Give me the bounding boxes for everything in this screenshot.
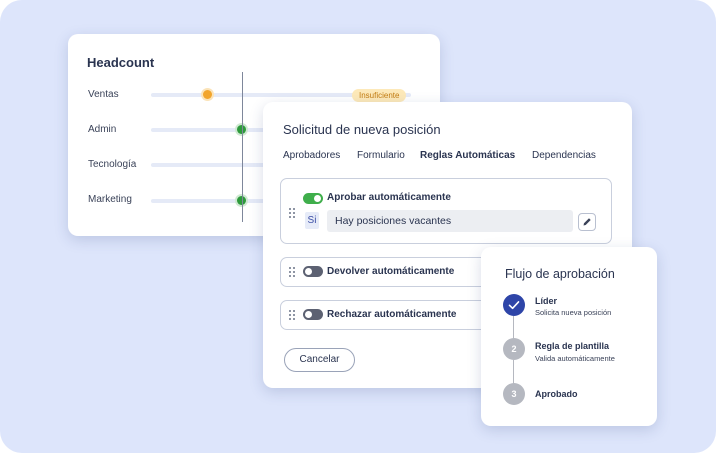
headcount-row-label: Ventas (88, 89, 119, 100)
checkmark-icon (508, 301, 520, 310)
headcount-status-dot (203, 90, 212, 99)
step-number: 2 (503, 338, 525, 360)
headcount-row-label: Admin (88, 124, 117, 135)
toggle-knob (314, 195, 321, 202)
solicitud-title: Solicitud de nueva posición (283, 122, 441, 137)
toggle-devolver[interactable] (303, 266, 323, 277)
tab-dependencias[interactable]: Dependencias (532, 150, 596, 161)
cancel-button[interactable]: Cancelar (284, 348, 355, 372)
drag-handle-icon[interactable] (289, 208, 295, 218)
edit-condition-button[interactable] (578, 213, 596, 231)
drag-handle-icon[interactable] (289, 267, 295, 277)
step-subtitle: Solicita nueva posición (535, 308, 612, 317)
illustration-stage: Headcount Ventas Insuficiente Admin Tecn… (0, 0, 716, 453)
step-subtitle: Valida automáticamente (535, 354, 615, 363)
status-badge: Insuficiente (352, 89, 407, 102)
step-complete-circle (503, 294, 525, 316)
rule-label: Rechazar automáticamente (327, 309, 457, 320)
drag-handle-icon[interactable] (289, 310, 295, 320)
step-title: Aprobado (535, 389, 578, 399)
toggle-knob (305, 311, 312, 318)
pencil-icon (583, 218, 591, 226)
step-number: 3 (503, 383, 525, 405)
tab-reglas-automaticas[interactable]: Reglas Automáticas (420, 150, 515, 161)
headcount-title: Headcount (87, 55, 155, 70)
toggle-knob (305, 268, 312, 275)
flujo-card: Flujo de aprobación Líder Solicita nueva… (481, 247, 657, 426)
step-title: Regla de plantilla (535, 341, 610, 351)
rule-label: Aprobar automáticamente (327, 192, 451, 203)
headcount-row-label: Marketing (88, 194, 132, 205)
toggle-rechazar[interactable] (303, 309, 323, 320)
step-connector (513, 360, 514, 384)
step-connector (513, 316, 514, 339)
tab-aprobadores[interactable]: Aprobadores (283, 150, 340, 161)
rule-label: Devolver automáticamente (327, 266, 455, 277)
tab-formulario[interactable]: Formulario (357, 150, 405, 161)
step-title: Líder (535, 296, 558, 306)
headcount-row-label: Tecnología (88, 159, 137, 170)
condition-prefix: Si (305, 212, 319, 229)
rule-aprobar: Aprobar automáticamente Si Hay posicione… (280, 178, 612, 244)
headcount-threshold-line (242, 72, 243, 222)
flujo-title: Flujo de aprobación (505, 267, 615, 281)
condition-value-field[interactable]: Hay posiciones vacantes (327, 210, 573, 232)
toggle-aprobar[interactable] (303, 193, 323, 204)
